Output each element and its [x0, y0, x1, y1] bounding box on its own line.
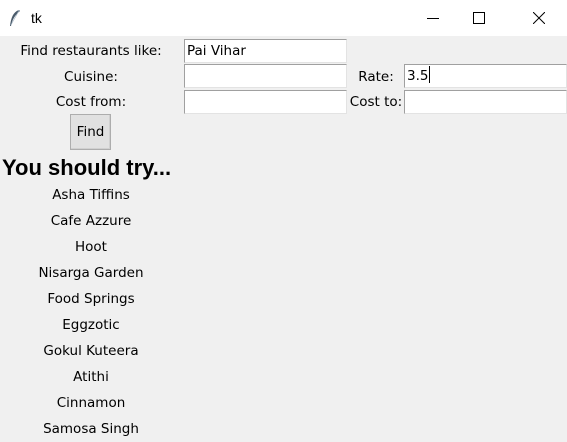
list-item: Nisarga Garden — [38, 265, 144, 281]
cost-from-label: Cost from: — [55, 94, 127, 110]
cuisine-label: Cuisine: — [64, 69, 118, 85]
rate-label: Rate: — [358, 69, 394, 85]
find-restaurants-input[interactable]: Pai Vihar — [184, 39, 347, 63]
list-item: Gokul Kuteera — [43, 343, 139, 359]
maximize-button[interactable] — [456, 0, 502, 36]
find-button[interactable]: Find — [70, 114, 111, 150]
list-item: Asha Tiffins — [52, 187, 130, 203]
list-item: Cinnamon — [56, 395, 126, 411]
list-item: Cafe Azzure — [50, 213, 132, 229]
results-heading: You should try... — [2, 155, 172, 180]
maximize-icon — [473, 12, 485, 24]
list-item: Atithi — [73, 369, 109, 385]
window-title: tk — [31, 10, 42, 26]
minimize-button[interactable] — [410, 0, 456, 36]
list-item: Food Springs — [47, 291, 135, 307]
feather-icon — [10, 9, 20, 26]
find-restaurants-label: Find restaurants like: — [20, 43, 162, 59]
title-bar: tk — [0, 0, 567, 36]
cuisine-input[interactable] — [184, 64, 347, 88]
window-content: Find restaurants like: Pai Vihar Cuisine… — [0, 36, 567, 442]
list-item: Hoot — [75, 239, 107, 255]
list-item: Samosa Singh — [43, 421, 139, 437]
text-cursor — [429, 66, 431, 83]
cost-to-input[interactable] — [404, 90, 567, 114]
cost-to-label: Cost to: — [349, 94, 403, 110]
rate-value: 3.5 — [407, 68, 429, 84]
results-list: Asha Tiffins Cafe Azzure Hoot Nisarga Ga… — [0, 182, 182, 442]
list-item: Eggzotic — [62, 317, 120, 333]
close-button[interactable] — [516, 0, 562, 36]
find-restaurants-value: Pai Vihar — [187, 43, 246, 59]
cost-from-input[interactable] — [184, 90, 347, 114]
close-icon — [533, 12, 545, 24]
minimize-icon — [427, 18, 439, 19]
rate-input[interactable]: 3.5 — [404, 64, 567, 88]
